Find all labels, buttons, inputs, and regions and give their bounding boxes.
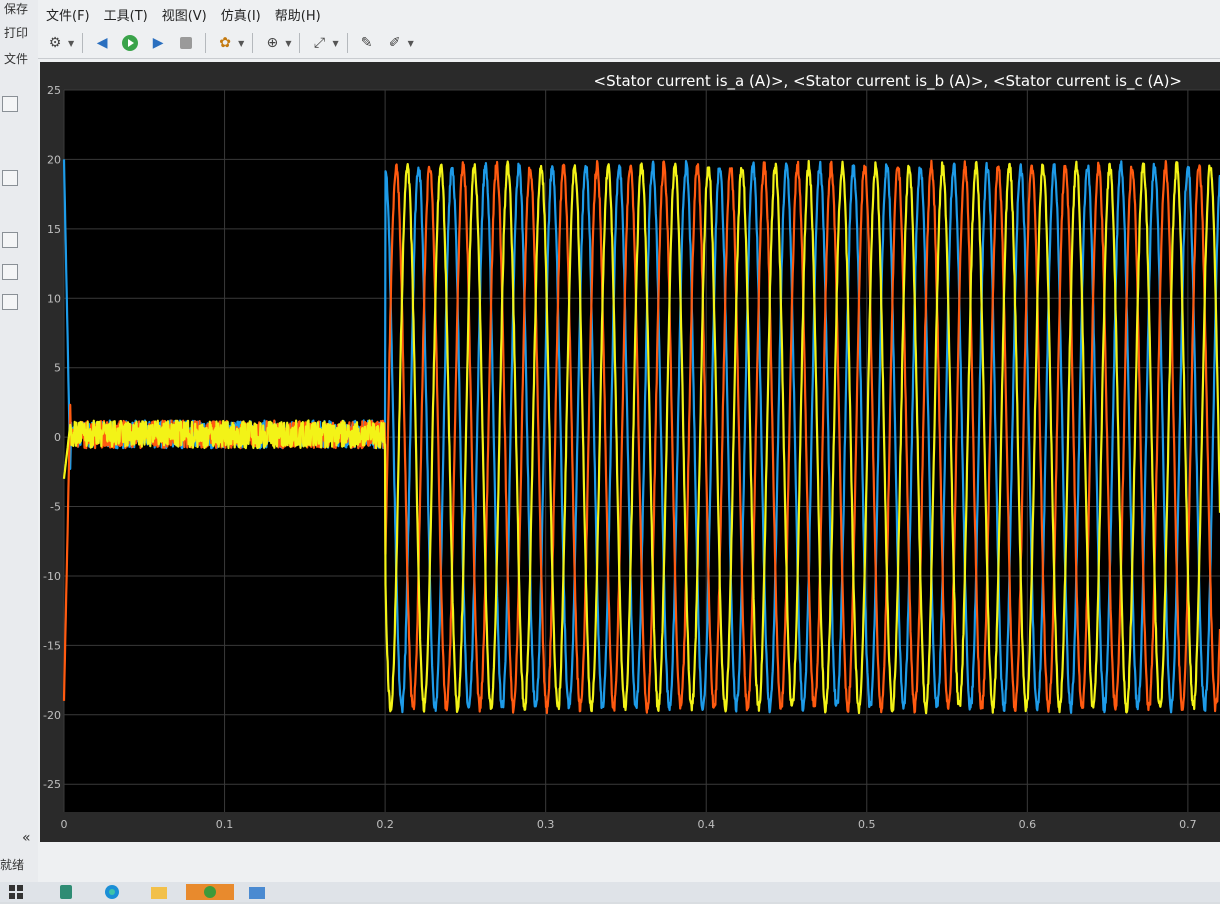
y-tick-label: 5 bbox=[54, 362, 61, 375]
double-chevron-left-icon[interactable]: « bbox=[22, 830, 31, 846]
browser-icon[interactable] bbox=[104, 884, 122, 900]
y-tick-labels: 25 20 15 10 5 0 -5 -10 -15 -20 -25 bbox=[43, 84, 61, 791]
edit-dropdown-icon[interactable]: ▼ bbox=[408, 39, 414, 48]
x-tick-label: 0.2 bbox=[376, 818, 394, 831]
highlight-dropdown-icon[interactable]: ▼ bbox=[238, 39, 244, 48]
security-app-icon[interactable] bbox=[58, 884, 76, 900]
fit-icon[interactable]: ⤢ bbox=[308, 32, 330, 54]
x-tick-label: 0.6 bbox=[1019, 818, 1036, 831]
app-icon[interactable] bbox=[248, 884, 266, 900]
bg-file-label[interactable]: 文件 bbox=[4, 50, 28, 67]
menu-help[interactable]: 帮助(H) bbox=[273, 5, 323, 24]
x-tick-label: 0.5 bbox=[858, 818, 876, 831]
scope-panel: <Stator current is_a (A)>, <Stator curre… bbox=[40, 62, 1220, 899]
folder-icon[interactable] bbox=[150, 884, 168, 900]
edit-icon[interactable]: ✐ bbox=[384, 32, 406, 54]
toolbar-divider bbox=[346, 33, 348, 53]
stop-icon[interactable] bbox=[175, 32, 197, 54]
bg-status-text: 就绪 bbox=[0, 858, 25, 872]
fit-dropdown-icon[interactable]: ▼ bbox=[332, 39, 338, 48]
doc-icon[interactable] bbox=[2, 96, 18, 112]
scope-window: 文件(F) 工具(T) 视图(V) 仿真(I) 帮助(H) ⚙ ▼ ◀ ▶ ✿ ▼ … bbox=[38, 0, 1220, 902]
toolbar-divider bbox=[299, 33, 301, 53]
active-app-icon[interactable] bbox=[186, 884, 234, 900]
zoom-icon[interactable]: ⊕ bbox=[261, 32, 283, 54]
y-tick-label: 20 bbox=[47, 153, 61, 166]
y-tick-label: -20 bbox=[43, 709, 61, 722]
x-tick-label: 0 bbox=[61, 818, 68, 831]
menu-tools[interactable]: 工具(T) bbox=[102, 5, 150, 24]
run-icon[interactable] bbox=[119, 32, 141, 54]
step-forward-icon[interactable]: ▶ bbox=[147, 32, 169, 54]
y-tick-label: -10 bbox=[43, 570, 61, 583]
y-tick-label: 0 bbox=[54, 431, 61, 444]
x-tick-label: 0.7 bbox=[1179, 818, 1197, 831]
x-tick-label: 0.1 bbox=[216, 818, 234, 831]
settings-icon[interactable]: ⚙ bbox=[44, 32, 66, 54]
doc-icon[interactable] bbox=[2, 232, 18, 248]
y-tick-label: 25 bbox=[47, 84, 61, 97]
bg-save-label[interactable]: 保存 bbox=[4, 0, 28, 17]
y-tick-label: -5 bbox=[50, 501, 61, 514]
step-back-icon[interactable]: ◀ bbox=[91, 32, 113, 54]
settings-dropdown-icon[interactable]: ▼ bbox=[68, 39, 74, 48]
toolbar-divider bbox=[205, 33, 207, 53]
menu-bar: 文件(F) 工具(T) 视图(V) 仿真(I) 帮助(H) bbox=[38, 0, 1220, 28]
x-tick-label: 0.3 bbox=[537, 818, 555, 831]
taskbar bbox=[0, 882, 1220, 902]
y-tick-label: -25 bbox=[43, 778, 61, 791]
toolbar-divider bbox=[82, 33, 84, 53]
highlight-icon[interactable]: ✿ bbox=[214, 32, 236, 54]
y-tick-label: 15 bbox=[47, 223, 61, 236]
windows-start-icon[interactable] bbox=[8, 884, 26, 900]
x-tick-label: 0.4 bbox=[697, 818, 715, 831]
bg-print-label[interactable]: 打印 bbox=[4, 24, 28, 41]
menu-file[interactable]: 文件(F) bbox=[44, 5, 92, 24]
x-tick-labels: 0 0.1 0.2 0.3 0.4 0.5 0.6 0.7 bbox=[61, 818, 1197, 831]
y-tick-label: 10 bbox=[47, 292, 61, 305]
toolbar-divider bbox=[252, 33, 254, 53]
y-tick-label: -15 bbox=[43, 639, 61, 652]
doc-icon[interactable] bbox=[2, 294, 18, 310]
scope-plot[interactable]: 25 20 15 10 5 0 -5 -10 -15 -20 -25 0 0.1 0.2 0.3 0.4 0.… bbox=[40, 62, 1220, 842]
doc-icon[interactable] bbox=[2, 264, 18, 280]
toolbar: ⚙ ▼ ◀ ▶ ✿ ▼ ⊕ ▼ ⤢ ▼ ✎ ✐ ▼ bbox=[38, 28, 1220, 59]
menu-view[interactable]: 视图(V) bbox=[160, 5, 209, 24]
style-icon[interactable]: ✎ bbox=[356, 32, 378, 54]
doc-icon[interactable] bbox=[2, 170, 18, 186]
menu-simulation[interactable]: 仿真(I) bbox=[219, 5, 263, 24]
zoom-dropdown-icon[interactable]: ▼ bbox=[285, 39, 291, 48]
